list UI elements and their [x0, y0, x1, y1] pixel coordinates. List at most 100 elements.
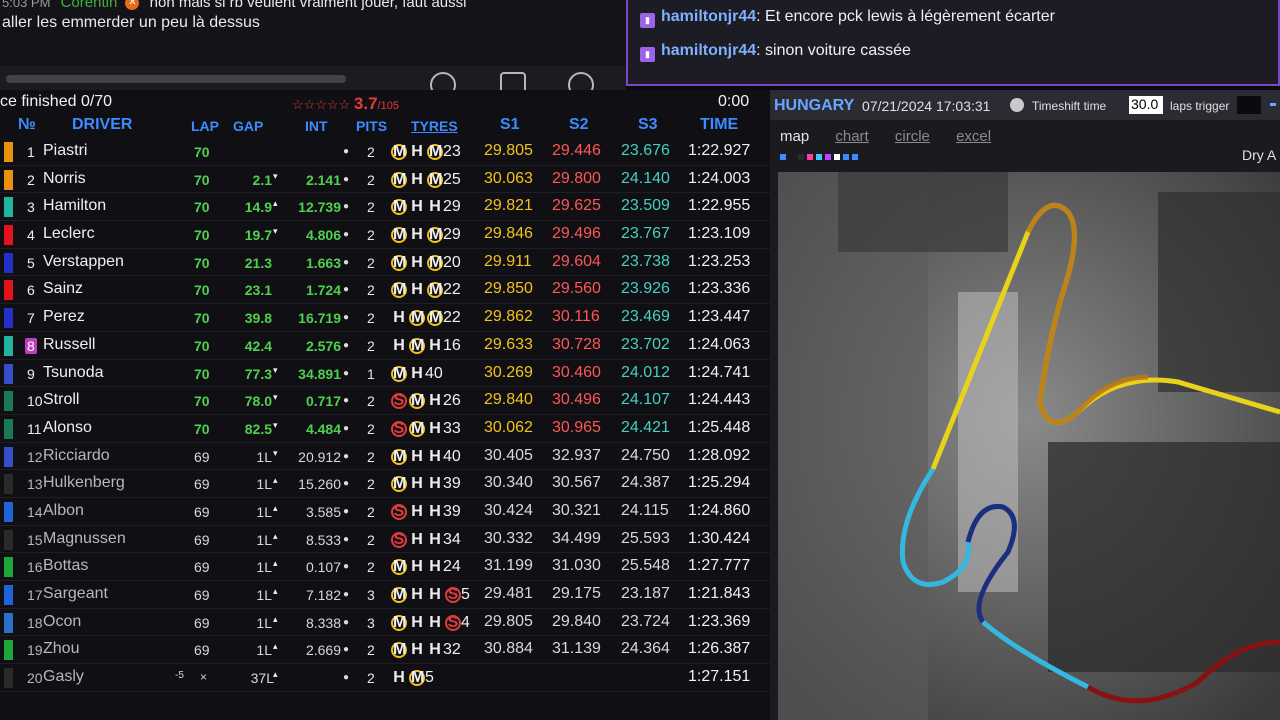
- table-row[interactable]: 11 Alonso 70 82.5 ▾ 4.484 ● 2 S M H 33 30.062 30.965 2…: [0, 415, 770, 443]
- gap-value: 1L: [256, 503, 272, 520]
- pit-count: 3: [367, 587, 375, 603]
- table-row[interactable]: 8 Russell 70 42.4 2.576 ● 2 H M H 16 29.633 30.728 23…: [0, 332, 770, 360]
- table-row[interactable]: 1 Piastri 70 ● 2 M H M 23 29.805 29.446 23.676 1:22.…: [0, 138, 770, 166]
- team-color-bar: [4, 308, 13, 329]
- gap-trend-icon: ▴: [273, 641, 278, 652]
- tyre-compound-icon: H: [411, 475, 423, 493]
- tyre-age: 4: [461, 613, 470, 631]
- table-row[interactable]: 15 Magnussen 69 1L ▴ 8.533 ● 2 S H H 34 30.332 34.499…: [0, 526, 770, 554]
- color-swatch[interactable]: [852, 154, 858, 160]
- lap-time: 1:27.777: [688, 557, 751, 575]
- col-int[interactable]: INT: [305, 118, 328, 134]
- driver-name: Bottas: [43, 557, 89, 575]
- col-driver[interactable]: DRIVER: [72, 116, 132, 134]
- status-dot-icon: ●: [343, 616, 350, 628]
- sector1-time: 29.846: [484, 225, 533, 243]
- tab-circle[interactable]: circle: [895, 128, 930, 145]
- position: 17: [27, 587, 43, 603]
- col-pits[interactable]: PITS: [356, 118, 387, 134]
- message-icon[interactable]: [500, 72, 526, 90]
- tab-map[interactable]: map: [780, 128, 809, 145]
- lap-count: 69: [194, 587, 210, 603]
- col-num[interactable]: №: [18, 116, 36, 134]
- chat-message-line2: aller les emmerder un peu là dessus: [2, 14, 260, 31]
- table-row[interactable]: 10 Stroll 70 78.0 ▾ 0.717 ● 2 S M H 26 29.840 30.496 2…: [0, 387, 770, 415]
- color-swatch[interactable]: [825, 154, 831, 160]
- table-row[interactable]: 6 Sainz 70 23.1 1.724 ● 2 M H M 22 29.850 29.560 23.9…: [0, 276, 770, 305]
- gap-value: 42.4: [244, 337, 272, 354]
- laps-trigger-input[interactable]: [1237, 96, 1261, 114]
- table-row[interactable]: 5 Verstappen 70 21.3 1.663 ● 2 M H M 20 29.911 29.60…: [0, 249, 770, 277]
- color-swatch[interactable]: [780, 154, 786, 160]
- lap-count: 70: [194, 310, 210, 327]
- tyre-compound-icon: M: [391, 558, 407, 576]
- table-row[interactable]: 16 Bottas 69 1L ▴ 0.107 ● 2 M H H 24 31.199 31.030 25.…: [0, 553, 770, 581]
- table-row[interactable]: 20 Gasly -5 37L ▴ ● 2 H M 5 1:27.151 ×: [0, 664, 770, 692]
- tyre-history: MHHS5: [391, 586, 470, 604]
- table-row[interactable]: 14 Albon 69 1L ▴ 3.585 ● 2 S H H 39 30.424 30.321 24.1…: [0, 498, 770, 526]
- team-color-bar: [4, 501, 13, 522]
- emote-icon[interactable]: [430, 72, 456, 90]
- chat-input-row[interactable]: [0, 66, 626, 90]
- tyre-compound-icon: S: [391, 531, 407, 548]
- color-palette[interactable]: [780, 154, 858, 160]
- col-s2[interactable]: S2: [569, 116, 589, 134]
- color-swatch[interactable]: [816, 154, 822, 160]
- col-gap[interactable]: GAP: [233, 118, 263, 134]
- team-color-bar: [4, 225, 13, 246]
- tyre-history: M H 40: [391, 365, 443, 383]
- color-swatch[interactable]: [807, 154, 813, 160]
- session-clock: 0:00: [718, 93, 750, 110]
- track-map[interactable]: [778, 172, 1280, 720]
- driver-name: Stroll: [43, 391, 80, 409]
- color-swatch[interactable]: [834, 154, 840, 160]
- interval-value: 2.141: [305, 171, 341, 188]
- lap-time: 1:21.843: [688, 585, 751, 602]
- color-swatch[interactable]: [843, 154, 849, 160]
- color-swatch[interactable]: [789, 154, 795, 160]
- col-tyres[interactable]: TYRES: [411, 118, 458, 134]
- interval-value: 15.260: [298, 476, 341, 493]
- table-row[interactable]: 4 Leclerc 70 19.7 ▾ 4.806 ● 2 M H M 29 29.846 29.496 2…: [0, 221, 770, 249]
- chat-username[interactable]: Corentin: [61, 0, 118, 11]
- team-color-bar: [4, 142, 13, 162]
- settings-icon[interactable]: [568, 72, 594, 90]
- table-row[interactable]: 18 Ocon 69 1L ▴ 8.338 ● 3 M H H S 4 29.805 29.840 23.72…: [0, 609, 770, 637]
- chat-username[interactable]: hamiltonjr44: [661, 42, 756, 59]
- tab-chart[interactable]: chart: [835, 128, 868, 145]
- col-time[interactable]: TIME: [700, 116, 738, 134]
- lap-count: 69: [194, 614, 210, 631]
- timeshift-input[interactable]: 30.0: [1129, 96, 1163, 114]
- tyre-compound-icon: H: [429, 336, 441, 354]
- chat-message-header: 5:03 PM Corentin ✕ non mais si rb veulen…: [2, 0, 466, 11]
- table-row[interactable]: 7 Perez 70 39.8 16.719 ● 2 H M M 22 29.862 30.116 23.…: [0, 304, 770, 332]
- sector1-time: 29.850: [484, 280, 533, 298]
- col-s1[interactable]: S1: [500, 116, 520, 134]
- col-s3[interactable]: S3: [638, 116, 658, 134]
- color-swatch[interactable]: [798, 154, 804, 160]
- gap-value: 77.3: [244, 365, 272, 382]
- gap-value: 37L: [250, 670, 274, 687]
- table-row[interactable]: 13 Hulkenberg 69 1L ▴ 15.260 ● 2 M H H 39 30.340 30.5…: [0, 470, 770, 498]
- table-row[interactable]: 12 Ricciardo 69 1L ▾ 20.912 ● 2 M H H 40 30.405 32.93…: [0, 443, 770, 471]
- tab-excel[interactable]: excel: [956, 128, 991, 145]
- tyre-age: 40: [443, 447, 461, 465]
- table-row[interactable]: 2 Norris 70 2.1 ▾ 2.141 ● 2 M H M 25 30.063 29.800 24.…: [0, 166, 770, 194]
- gap-trend-icon: ▴: [273, 475, 278, 486]
- table-row[interactable]: 19 Zhou 69 1L ▴ 2.669 ● 2 M H H 32 30.884 31.139 24.36…: [0, 636, 770, 665]
- col-lap[interactable]: LAP: [191, 118, 219, 134]
- lap-time: 1:23.447: [688, 308, 751, 326]
- map-toolbar: HUNGARY 07/21/2024 17:03:31 Timeshift ti…: [770, 90, 1280, 120]
- sector3-time: 24.140: [621, 169, 670, 187]
- chat-username[interactable]: hamiltonjr44: [661, 8, 756, 25]
- tyre-compound-icon: H: [429, 586, 441, 603]
- team-color-bar: [4, 668, 13, 689]
- tyre-history: M H H 39: [391, 475, 461, 493]
- table-row[interactable]: 9 Tsunoda 70 77.3 ▾ 34.891 ● 1 M H 40 30.269 30.460 2…: [0, 360, 770, 388]
- slider-handle[interactable]: [1270, 103, 1276, 106]
- gap-trend-icon: ▾: [273, 364, 278, 375]
- table-row[interactable]: 17 Sargeant 69 1L ▴ 7.182 ● 3 M H H S 5 29.481 29.175 2…: [0, 581, 770, 609]
- table-row[interactable]: 3 Hamilton 70 14.9 ▴ 12.739 ● 2 M H H 29 29.821 29.62…: [0, 193, 770, 222]
- lap-time: 1:25.294: [688, 474, 751, 492]
- pit-count: 2: [367, 559, 375, 576]
